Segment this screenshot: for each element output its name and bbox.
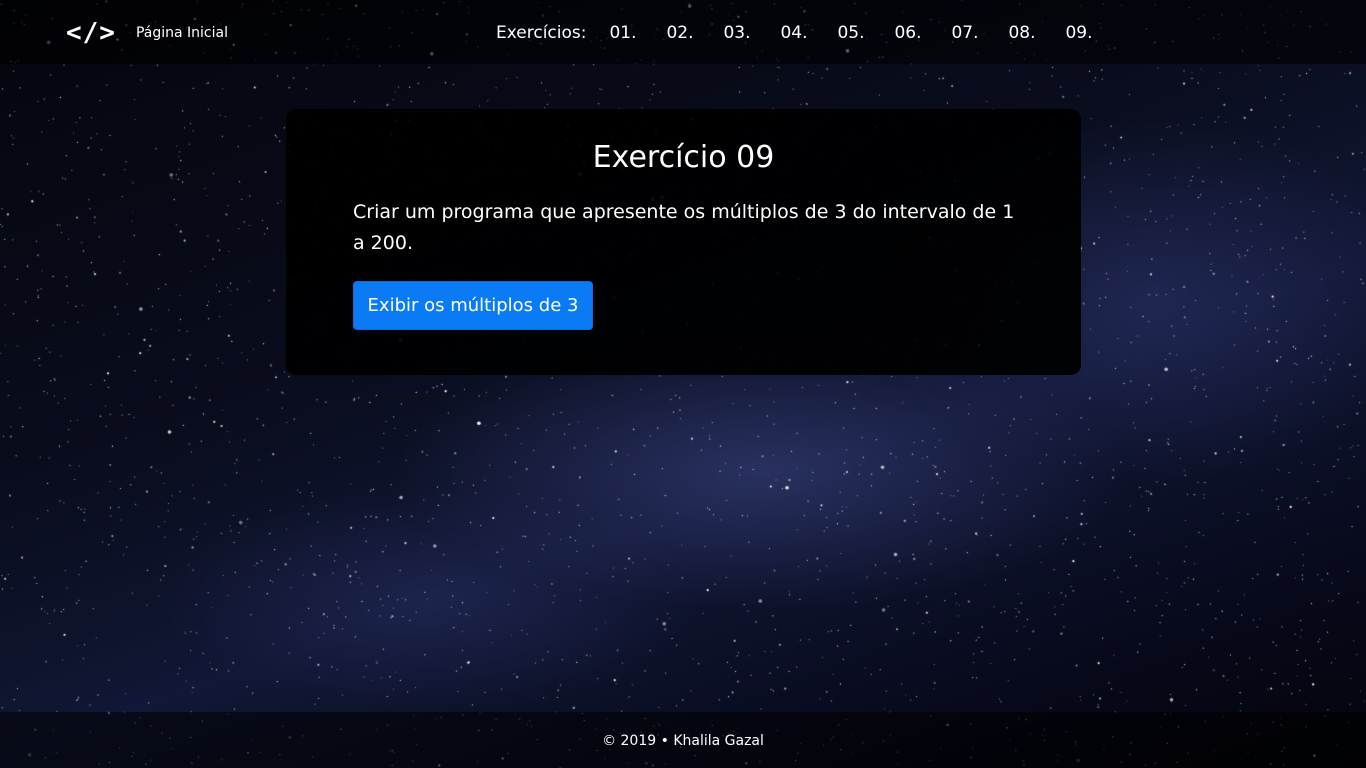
nav-link-exercise-07[interactable]: 07. <box>951 21 1008 45</box>
home-link[interactable]: </> Página Inicial <box>66 18 228 48</box>
footer-copyright: © 2019 • Khalila Gazal <box>602 733 764 749</box>
exercise-card: Exercício 09 Criar um programa que apres… <box>286 109 1081 375</box>
code-icon: </> <box>66 18 116 48</box>
home-link-label: Página Inicial <box>135 25 228 41</box>
nav-link-exercise-04[interactable]: 04. <box>780 21 837 45</box>
page-footer: © 2019 • Khalila Gazal <box>0 712 1366 768</box>
exercise-title: Exercício 09 <box>592 140 775 175</box>
exercises-nav-title: Exercícios: <box>496 23 587 43</box>
show-multiples-button[interactable]: Exibir os múltiplos de 3 <box>353 281 593 330</box>
exercises-nav: Exercícios: 01. 02. 03. 04. 05. 06. 07. … <box>496 21 1122 45</box>
nav-link-exercise-02[interactable]: 02. <box>666 21 723 45</box>
nav-link-exercise-05[interactable]: 05. <box>837 21 894 45</box>
top-navbar: </> Página Inicial Exercícios: 01. 02. 0… <box>0 0 1366 64</box>
nav-link-exercise-03[interactable]: 03. <box>723 21 780 45</box>
nav-link-exercise-01[interactable]: 01. <box>609 21 666 45</box>
nav-link-exercise-08[interactable]: 08. <box>1008 21 1065 45</box>
nav-link-exercise-06[interactable]: 06. <box>894 21 951 45</box>
exercise-description: Criar um programa que apresente os múlti… <box>353 201 1015 254</box>
nav-link-exercise-09[interactable]: 09. <box>1065 21 1122 45</box>
